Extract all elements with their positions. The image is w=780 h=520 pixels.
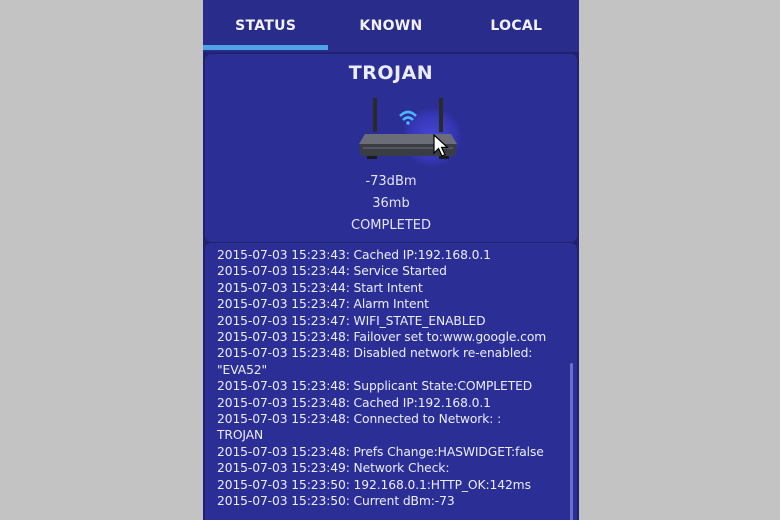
log-line: 2015-07-03 15:23:44: Service Started — [217, 264, 447, 279]
phone-screen: STATUS KNOWN LOCAL TROJAN -73dBm 36mb CO… — [203, 0, 579, 520]
log-line: 2015-07-03 15:23:50: 192.168.0.1:HTTP_OK… — [217, 477, 531, 492]
log-scrollbar[interactable] — [570, 363, 573, 520]
log-line: TROJAN — [217, 428, 264, 443]
log-panel[interactable]: 2015-07-03 15:23:43: Cached IP:192.168.0… — [205, 243, 577, 520]
log-line: 2015-07-03 15:23:48: Prefs Change:HASWID… — [217, 444, 544, 459]
log-line: 2015-07-03 15:23:44: Start Intent — [217, 280, 423, 295]
log-line: 2015-07-03 15:23:47: WIFI_STATE_ENABLED — [217, 313, 486, 328]
log-line: 2015-07-03 15:23:43: Cached IP:192.168.0… — [217, 248, 491, 262]
log-line: 2015-07-03 15:23:48: Failover set to:www… — [217, 330, 547, 345]
log-line: 2015-07-03 15:23:48: Connected to Networ… — [217, 412, 502, 427]
signal-strength: -73dBm — [365, 174, 417, 189]
log-line: 2015-07-03 15:23:48: Supplicant State:CO… — [217, 379, 533, 394]
active-tab-indicator — [203, 45, 328, 50]
tab-local[interactable]: LOCAL — [454, 0, 579, 52]
tab-known[interactable]: KNOWN — [328, 0, 453, 52]
log-line: 2015-07-03 15:23:49: Network Check: — [217, 461, 450, 476]
mouse-cursor-icon — [433, 134, 449, 157]
link-speed: 36mb — [372, 196, 410, 211]
connection-state: COMPLETED — [351, 218, 431, 233]
status-card: TROJAN -73dBm 36mb COMPLETED — [205, 54, 577, 242]
log-line: 2015-07-03 15:23:50: Current dBm:-73 — [217, 494, 455, 509]
tab-bar: STATUS KNOWN LOCAL — [203, 0, 579, 52]
network-ssid: TROJAN — [348, 62, 434, 84]
log-line: "EVA52" — [217, 362, 268, 377]
log-line: 2015-07-03 15:23:48: Cached IP:192.168.0… — [217, 395, 491, 410]
log-line: 2015-07-03 15:23:48: Disabled network re… — [217, 346, 533, 361]
log-line: 2015-07-03 15:23:47: Alarm Intent — [217, 297, 429, 312]
